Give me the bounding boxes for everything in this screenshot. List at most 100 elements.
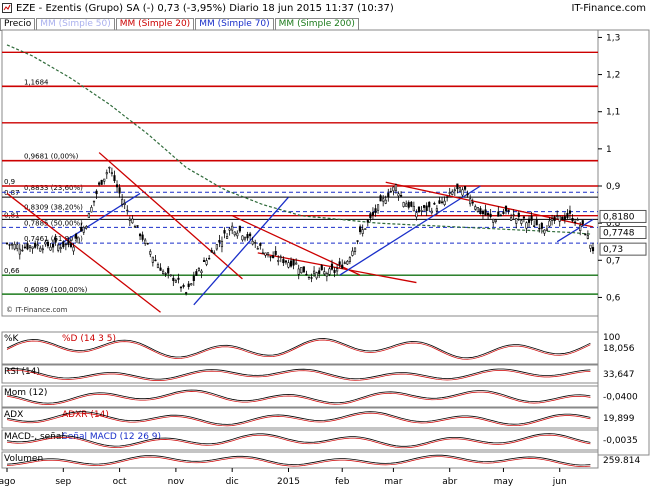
candle-body [187,283,190,287]
fib-level-label: 0,9681 (0,00%) [24,153,79,161]
fib-level-label: 0,6089 (100,00%) [24,286,88,294]
candle-body [41,248,44,251]
x-tick-label: ago [0,477,16,487]
candle-body [338,261,341,265]
candle-body [36,244,39,247]
candle-body [302,266,305,273]
candle-body [499,214,502,217]
candle-body [553,216,556,221]
candle-body [533,225,536,227]
candle-body [190,283,193,286]
candle-body [282,259,285,264]
level-label: 0,66 [4,267,20,275]
candle-body [98,182,101,185]
candle-body [550,218,554,221]
candle-body [295,262,298,265]
candle-body [159,267,162,271]
candle-body [141,234,144,240]
candle-body [62,241,65,248]
candle-body [371,212,375,216]
candle-body [382,198,385,202]
candle-body [387,193,390,198]
candle-body [540,222,543,229]
candle-body [492,218,495,223]
candle-body [100,179,103,185]
y-tick-label: 0,6 [606,293,621,303]
candle-body [384,199,387,204]
candle-body [51,243,55,248]
candle-body [320,265,323,271]
candle-body [369,213,372,219]
candle-body [525,222,528,229]
candle-body [108,166,111,169]
candle-body [425,205,428,211]
candle-body [236,232,239,237]
candle-body [241,235,244,241]
candle-body [256,248,259,250]
candle-body [333,270,336,273]
candle-body [80,227,83,232]
candle-body [323,271,326,275]
candle-body [246,234,249,239]
candle-body [336,268,339,272]
candle-body [210,250,213,253]
candle-body [446,196,449,198]
candle-body [435,208,438,212]
candle-body [18,248,21,255]
candle-body [343,262,346,264]
candle-body [200,270,203,274]
candle-body [266,252,270,255]
x-tick-label: feb [335,477,350,487]
candle-body [310,277,313,279]
candle-body [520,220,523,224]
candle-body [82,226,85,233]
candle-body [218,240,221,243]
candle-body [169,274,172,277]
candle-body [113,175,116,182]
fib-level-label: 0,7885 (50,00%) [24,219,83,227]
y-tick-label: 1,1 [606,108,620,118]
candle-body [215,244,218,250]
candle-body [162,270,165,274]
candle-body [238,225,241,232]
candle-body [213,252,216,254]
candle-body [461,189,464,196]
candle-body [405,203,408,207]
candle-body [507,209,510,212]
candle-body [548,220,551,227]
candle-body [556,215,559,217]
candle-body [502,211,505,214]
candle-body [90,207,93,213]
candle-body [504,205,508,212]
candle-body [118,187,121,194]
candle-body [318,270,321,274]
candle-body [325,273,328,277]
candle-body [571,217,574,222]
indicator-value: 19,899 [603,414,635,424]
candle-body [149,251,152,255]
candle-body [471,201,474,204]
price-tag-label: 0,73 [603,245,623,255]
level-label: 0,87 [4,189,20,197]
indicator-name: ADX [4,410,23,420]
candle-body [133,226,137,228]
candle-body [49,246,52,251]
candle-body [110,172,113,174]
candle-body [469,198,472,205]
candle-body [67,240,70,245]
candle-body [128,218,131,221]
candle-body [16,244,19,249]
y-tick-label: 1,3 [606,33,620,43]
candle-body [341,264,344,269]
price-chart[interactable]: 1,31,21,110,90,80,70,60,90,870,810,661,1… [0,0,650,490]
candle-body [297,268,300,275]
candle-body [394,184,398,191]
indicator-value: -0,0400 [603,393,638,403]
y-tick-label: 0,7 [606,256,620,266]
price-tag-label: 0,8180 [603,212,635,222]
candle-body [72,246,75,252]
candle-body [223,230,226,234]
fib-level-label: 1,1684 [24,78,49,86]
candle-body [174,280,177,283]
candle-body [167,267,170,274]
